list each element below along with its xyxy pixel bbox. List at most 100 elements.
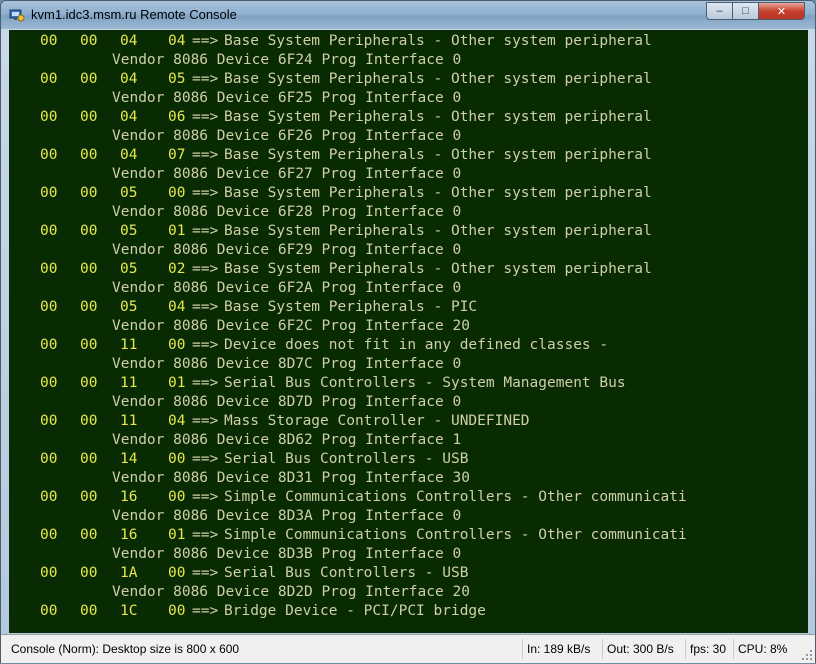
pci-description: Simple Communications Controllers - Othe… — [224, 527, 687, 543]
pci-class: 04 — [120, 147, 138, 163]
pci-vendor-info: Vendor 8086 Device 8D3B Prog Interface 0 — [112, 546, 462, 562]
pci-vendor-line: Vendor 8086 Device 6F24 Prog Interface 0 — [9, 51, 808, 70]
pci-subclass: 04 — [168, 33, 186, 49]
pci-arrow: ==> — [192, 147, 219, 163]
pci-device: 00 — [80, 147, 98, 163]
pci-vendor-line: Vendor 8086 Device 8D3A Prog Interface 0 — [9, 507, 808, 526]
pci-class: 04 — [120, 71, 138, 87]
pci-description: Device does not fit in any defined class… — [224, 337, 609, 353]
pci-subclass: 07 — [168, 147, 186, 163]
pci-arrow: ==> — [192, 413, 219, 429]
pci-vendor-info: Vendor 8086 Device 6F2C Prog Interface 2… — [112, 318, 470, 334]
pci-bus: 00 — [40, 375, 58, 391]
pci-subclass: 01 — [168, 223, 186, 239]
pci-vendor-line: Vendor 8086 Device 6F2C Prog Interface 2… — [9, 317, 808, 336]
pci-arrow: ==> — [192, 71, 219, 87]
pci-vendor-line: Vendor 8086 Device 8D7C Prog Interface 0 — [9, 355, 808, 374]
pci-bus: 00 — [40, 413, 58, 429]
pci-vendor-info: Vendor 8086 Device 8D7C Prog Interface 0 — [112, 356, 462, 372]
pci-class: 05 — [120, 185, 138, 201]
close-icon: ✕ — [776, 5, 787, 18]
maximize-button[interactable]: □ — [732, 2, 759, 20]
pci-device: 00 — [80, 299, 98, 315]
pci-description: Serial Bus Controllers - USB — [224, 565, 469, 581]
pci-bus: 00 — [40, 261, 58, 277]
pci-subclass: 01 — [168, 375, 186, 391]
pci-vendor-info: Vendor 8086 Device 6F28 Prog Interface 0 — [112, 204, 462, 220]
pci-description: Simple Communications Controllers - Othe… — [224, 489, 687, 505]
pci-entry-line: 00 00 16 01 ==> Simple Communications Control… — [9, 526, 808, 545]
title-bar[interactable]: kvm1.idc3.msm.ru Remote Console ‒ □ ✕ — [1, 1, 815, 29]
pci-entry-line: 00 00 04 04 ==> Base System Peripherals - Oth… — [9, 32, 808, 51]
pci-device: 00 — [80, 451, 98, 467]
pci-subclass: 05 — [168, 71, 186, 87]
pci-vendor-line: Vendor 8086 Device 8D3B Prog Interface 0 — [9, 545, 808, 564]
pci-device: 00 — [80, 337, 98, 353]
pci-bus: 00 — [40, 603, 58, 619]
pci-arrow: ==> — [192, 223, 219, 239]
pci-vendor-line: Vendor 8086 Device 6F28 Prog Interface 0 — [9, 203, 808, 222]
pci-description: Base System Peripherals - Other system p… — [224, 33, 652, 49]
pci-subclass: 00 — [168, 337, 186, 353]
pci-arrow: ==> — [192, 261, 219, 277]
pci-vendor-info: Vendor 8086 Device 8D3A Prog Interface 0 — [112, 508, 462, 524]
pci-entry-line: 00 00 14 00 ==> Serial Bus Controllers - USB — [9, 450, 808, 469]
pci-vendor-line: Vendor 8086 Device 8D62 Prog Interface 1 — [9, 431, 808, 450]
status-cpu: CPU: 8% — [733, 639, 795, 659]
pci-entry-line: 00 00 04 05 ==> Base System Peripherals - Oth… — [9, 70, 808, 89]
pci-entry-line: 00 00 05 02 ==> Base System Peripherals - Oth… — [9, 260, 808, 279]
pci-description: Base System Peripherals - PIC — [224, 299, 478, 315]
pci-device: 00 — [80, 109, 98, 125]
pci-bus: 00 — [40, 223, 58, 239]
pci-arrow: ==> — [192, 565, 219, 581]
pci-class: 1A — [120, 565, 138, 581]
pci-arrow: ==> — [192, 451, 219, 467]
pci-device: 00 — [80, 565, 98, 581]
pci-subclass: 02 — [168, 261, 186, 277]
pci-description: Bridge Device - PCI/PCI bridge — [224, 603, 486, 619]
pci-bus: 00 — [40, 565, 58, 581]
pci-description: Base System Peripherals - Other system p… — [224, 223, 652, 239]
pci-arrow: ==> — [192, 337, 219, 353]
pci-entry-line: 00 00 1C 00 ==> Bridge Device - PCI/PCI bridg… — [9, 602, 808, 621]
pci-vendor-line: Vendor 8086 Device 6F2A Prog Interface 0 — [9, 279, 808, 298]
pci-vendor-info: Vendor 8086 Device 6F27 Prog Interface 0 — [112, 166, 462, 182]
pci-vendor-line: Vendor 8086 Device 6F29 Prog Interface 0 — [9, 241, 808, 260]
pci-entry-line: 00 00 05 00 ==> Base System Peripherals - Oth… — [9, 184, 808, 203]
close-button[interactable]: ✕ — [758, 2, 805, 20]
resize-grip-icon[interactable] — [801, 649, 813, 661]
pci-bus: 00 — [40, 337, 58, 353]
window-title: kvm1.idc3.msm.ru Remote Console — [31, 7, 237, 22]
pci-entry-line: 00 00 11 04 ==> Mass Storage Controller - UND… — [9, 412, 808, 431]
pci-vendor-info: Vendor 8086 Device 8D7D Prog Interface 0 — [112, 394, 462, 410]
minimize-button[interactable]: ‒ — [706, 2, 733, 20]
pci-class: 11 — [120, 413, 138, 429]
maximize-icon: □ — [742, 5, 749, 17]
pci-device: 00 — [80, 603, 98, 619]
pci-vendor-info: Vendor 8086 Device 6F25 Prog Interface 0 — [112, 90, 462, 106]
pci-arrow: ==> — [192, 33, 219, 49]
remote-console-icon[interactable] — [9, 7, 25, 23]
pci-entry-line: 00 00 04 07 ==> Base System Peripherals - Oth… — [9, 146, 808, 165]
pci-vendor-line: Vendor 8086 Device 8D7D Prog Interface 0 — [9, 393, 808, 412]
pci-arrow: ==> — [192, 299, 219, 315]
pci-description: Serial Bus Controllers - USB — [224, 451, 469, 467]
pci-subclass: 04 — [168, 299, 186, 315]
pci-bus: 00 — [40, 185, 58, 201]
pci-class: 05 — [120, 223, 138, 239]
pci-vendor-info: Vendor 8086 Device 6F24 Prog Interface 0 — [112, 52, 462, 68]
pci-subclass: 00 — [168, 489, 186, 505]
status-bar: Console (Norm): Desktop size is 800 x 60… — [1, 634, 815, 663]
pci-arrow: ==> — [192, 375, 219, 391]
pci-device: 00 — [80, 185, 98, 201]
pci-class: 16 — [120, 489, 138, 505]
pci-entry-line: 00 00 11 00 ==> Device does not fit in any de… — [9, 336, 808, 355]
pci-bus: 00 — [40, 451, 58, 467]
pci-vendor-line: Vendor 8086 Device 6F27 Prog Interface 0 — [9, 165, 808, 184]
console-screen[interactable]: 00 00 04 04 ==> Base System Peripherals - Oth… — [9, 30, 808, 633]
pci-bus: 00 — [40, 299, 58, 315]
pci-class: 11 — [120, 337, 138, 353]
pci-subclass: 04 — [168, 413, 186, 429]
pci-description: Base System Peripherals - Other system p… — [224, 185, 652, 201]
pci-description: Base System Peripherals - Other system p… — [224, 109, 652, 125]
